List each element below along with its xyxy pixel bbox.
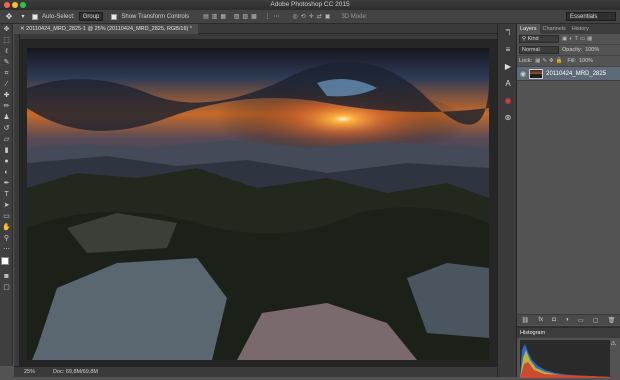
adjustments-icon[interactable]: ◉ bbox=[499, 93, 517, 109]
foreground-color-swatch[interactable] bbox=[1, 257, 9, 265]
crop-tool-icon[interactable]: ⌗ bbox=[0, 68, 13, 79]
document-tab[interactable]: ✕ 20110424_MRD_2825-1 @ 25% (20110424_MR… bbox=[14, 24, 199, 34]
opacity-value[interactable]: 100% bbox=[585, 47, 599, 53]
layers-panel: Layers Channels History ⚲ Kind ▣◐T▭▦ Nor… bbox=[517, 24, 620, 378]
fill-label: Fill: bbox=[567, 58, 576, 64]
brush-tool-icon[interactable]: ✏ bbox=[0, 101, 13, 112]
filter-kind-label: Kind bbox=[527, 36, 539, 42]
vertical-ruler[interactable] bbox=[14, 34, 20, 366]
options-bar: ✥ ▾ Auto-Select: Group Show Transform Co… bbox=[0, 10, 620, 24]
adjustment-layer-icon[interactable]: ◑ bbox=[565, 317, 569, 323]
zoom-tool-icon[interactable]: ⚲ bbox=[0, 233, 13, 244]
title-bar: Adobe Photoshop CC 2015 bbox=[0, 0, 620, 10]
mask-icon[interactable]: ◘ bbox=[552, 317, 556, 323]
layers-footer: ⛓ fx ◘ ◑ ▭ ▢ 🗑 bbox=[517, 314, 620, 325]
eye-icon[interactable]: ◉ bbox=[520, 70, 526, 78]
hand-tool-icon[interactable]: ✋ bbox=[0, 222, 13, 233]
document-tab-label: 20110424_MRD_2825-1 @ 25% (20110424_MRD_… bbox=[26, 26, 193, 32]
gradient-tool-icon[interactable]: ▮ bbox=[0, 145, 13, 156]
blend-mode-dropdown[interactable]: Normal bbox=[519, 46, 559, 54]
blend-row: Normal Opacity: 100% bbox=[517, 45, 620, 56]
workspace-dropdown[interactable]: Essentials bbox=[566, 12, 616, 21]
shape-tool-icon[interactable]: ▭ bbox=[0, 211, 13, 222]
libraries-icon[interactable]: ⊛ bbox=[499, 110, 517, 126]
marquee-tool-icon[interactable]: ⬚ bbox=[0, 35, 13, 46]
move-tool-icon[interactable]: ✥ bbox=[0, 24, 13, 35]
panel-icon-strip: ℸ ≡ ▶ A ◉ ⊛ bbox=[497, 24, 517, 377]
doc-size[interactable]: Doc: 69,8M/69,8M bbox=[53, 369, 98, 375]
status-bar: 25% Doc: 69,8M/69,8M bbox=[14, 366, 497, 377]
pen-tool-icon[interactable]: ✒ bbox=[0, 178, 13, 189]
link-icon[interactable]: ⛓ bbox=[522, 317, 530, 324]
opacity-label: Opacity: bbox=[562, 47, 583, 53]
tab-channels[interactable]: Channels bbox=[540, 24, 569, 34]
auto-select-label: Auto-Select: bbox=[42, 13, 75, 20]
warning-icon[interactable]: ⚠ bbox=[611, 340, 616, 347]
move-icon[interactable]: ✥ bbox=[4, 12, 14, 22]
filter-kind-dropdown[interactable]: ⚲ Kind bbox=[519, 35, 559, 43]
zoom-window-button[interactable] bbox=[20, 2, 26, 8]
type-tool-icon[interactable]: T bbox=[0, 189, 13, 200]
new-layer-icon[interactable]: ▢ bbox=[593, 317, 599, 324]
workspace-label: Essentials bbox=[570, 14, 598, 20]
tab-history[interactable]: History bbox=[569, 24, 592, 34]
3d-mode-label: 3D Mode: bbox=[341, 13, 368, 20]
tools-panel: ✥ ⬚ ℓ ✎ ⌗ ⁄ ✚ ✏ ♟ ↺ ▱ ▮ ● ◐ ✒ T ➤ ▭ ✋ ⚲ … bbox=[0, 24, 13, 366]
zoom-level[interactable]: 25% bbox=[24, 369, 35, 375]
auto-select-dropdown[interactable]: Group bbox=[78, 12, 104, 21]
align-icons[interactable]: ▤▥▦ ▧▨▩ ⋮⋯ bbox=[203, 13, 282, 20]
show-transform-checkbox[interactable] bbox=[111, 13, 118, 20]
histogram-title: Histogram bbox=[517, 328, 620, 338]
layer-name[interactable]: 20110424_MRD_2825 bbox=[546, 71, 606, 77]
screen-mode-icon[interactable]: ▢ bbox=[0, 282, 13, 293]
properties-icon[interactable]: ≡ bbox=[499, 42, 517, 58]
quick-mask-icon[interactable]: ◙ bbox=[0, 271, 13, 282]
3d-icons[interactable]: ◎⟲✛⇄▣ bbox=[292, 13, 333, 20]
show-transform-label: Show Transform Controls bbox=[121, 13, 190, 20]
histogram-graph bbox=[520, 340, 610, 378]
path-select-tool-icon[interactable]: ➤ bbox=[0, 200, 13, 211]
quick-select-tool-icon[interactable]: ✎ bbox=[0, 57, 13, 68]
landscape-photo bbox=[27, 48, 489, 360]
tab-layers[interactable]: Layers bbox=[517, 24, 540, 34]
filter-row: ⚲ Kind ▣◐T▭▦ bbox=[517, 34, 620, 45]
auto-select-checkbox[interactable] bbox=[32, 13, 38, 20]
dodge-tool-icon[interactable]: ◐ bbox=[0, 167, 13, 178]
group-icon[interactable]: ▭ bbox=[578, 317, 584, 324]
fill-value[interactable]: 100% bbox=[579, 58, 593, 64]
panel-tabs: Layers Channels History bbox=[517, 24, 620, 34]
brush-preset-icon[interactable]: ℸ bbox=[499, 25, 517, 41]
more-tools-icon[interactable]: ⋯ bbox=[0, 244, 13, 255]
lock-label: Lock: bbox=[519, 58, 533, 64]
character-icon[interactable]: A bbox=[499, 76, 517, 92]
horizontal-ruler[interactable] bbox=[14, 34, 497, 40]
fx-icon[interactable]: fx bbox=[538, 317, 543, 323]
window-title: Adobe Photoshop CC 2015 bbox=[270, 1, 350, 8]
lock-row: Lock: ▦✎✥🔒 Fill: 100% bbox=[517, 56, 620, 67]
healing-tool-icon[interactable]: ✚ bbox=[0, 90, 13, 101]
play-actions-icon[interactable]: ▶ bbox=[499, 59, 517, 75]
filter-icons[interactable]: ▣◐T▭▦ bbox=[562, 36, 594, 42]
document-tab-bar: ✕ 20110424_MRD_2825-1 @ 25% (20110424_MR… bbox=[14, 24, 497, 34]
history-brush-tool-icon[interactable]: ↺ bbox=[0, 123, 13, 134]
layer-row[interactable]: ◉ 20110424_MRD_2825 bbox=[517, 67, 620, 81]
lock-icons[interactable]: ▦✎✥🔒 bbox=[535, 58, 564, 64]
histogram-panel: Histogram ⚠ bbox=[517, 326, 620, 378]
blur-tool-icon[interactable]: ● bbox=[0, 156, 13, 167]
trash-icon[interactable]: 🗑 bbox=[608, 317, 616, 324]
layer-thumbnail bbox=[529, 68, 544, 79]
minimize-window-button[interactable] bbox=[12, 2, 18, 8]
close-window-button[interactable] bbox=[4, 2, 10, 8]
document-canvas[interactable] bbox=[27, 48, 489, 360]
chevron-down-icon[interactable]: ▾ bbox=[18, 12, 28, 22]
clone-stamp-tool-icon[interactable]: ♟ bbox=[0, 112, 13, 123]
eyedropper-tool-icon[interactable]: ⁄ bbox=[0, 79, 13, 90]
color-swatches[interactable] bbox=[0, 255, 12, 271]
eraser-tool-icon[interactable]: ▱ bbox=[0, 134, 13, 145]
lasso-tool-icon[interactable]: ℓ bbox=[0, 46, 13, 57]
